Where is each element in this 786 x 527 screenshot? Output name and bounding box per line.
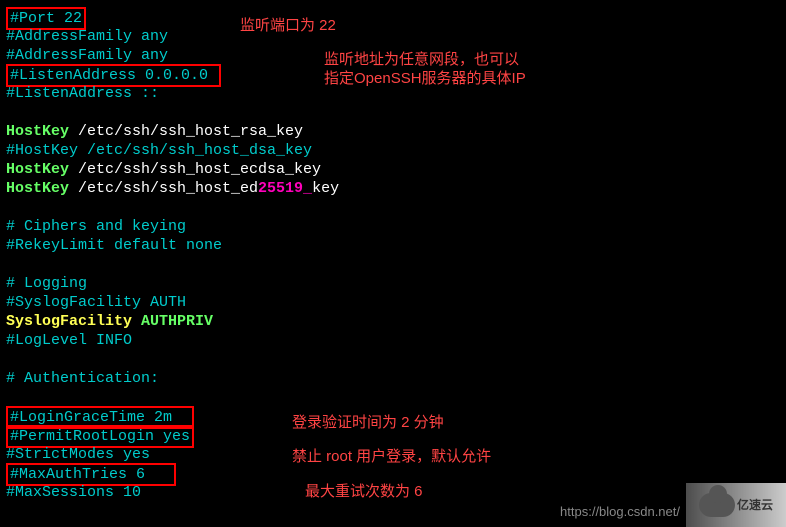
config-line: #LogLevel INFO [6, 331, 780, 350]
annotation-listen-1: 监听地址为任意网段，也可以 [324, 50, 519, 69]
config-line-hostkey: HostKey /etc/ssh/ssh_host_ed25519_key [6, 179, 780, 198]
config-line-port: #Port 22 [6, 8, 780, 27]
blank-line [6, 388, 780, 407]
watermark-url: https://blog.csdn.net/ [560, 502, 680, 521]
config-line-hostkey: HostKey /etc/ssh/ssh_host_ecdsa_key [6, 160, 780, 179]
config-line: # Authentication: [6, 369, 780, 388]
annotation-gracetime: 登录验证时间为 2 分钟 [292, 413, 444, 432]
watermark-logo: 亿速云 [686, 483, 786, 527]
blank-line [6, 350, 780, 369]
config-line: # Ciphers and keying [6, 217, 780, 236]
blank-line [6, 255, 780, 274]
config-line: #SyslogFacility AUTH [6, 293, 780, 312]
config-line-syslog: SyslogFacility AUTHPRIV [6, 312, 780, 331]
config-line: #RekeyLimit default none [6, 236, 780, 255]
config-line-maxauth: #MaxAuthTries 6 [6, 464, 780, 483]
annotation-maxauth: 最大重试次数为 6 [305, 482, 423, 501]
config-line: #AddressFamily any [6, 27, 780, 46]
config-line: # Logging [6, 274, 780, 293]
config-line-hostkey: HostKey /etc/ssh/ssh_host_rsa_key [6, 122, 780, 141]
cloud-icon [699, 493, 735, 517]
logo-text: 亿速云 [737, 496, 773, 515]
annotation-port: 监听端口为 22 [240, 16, 336, 35]
annotation-rootlogin: 禁止 root 用户登录，默认允许 [292, 447, 491, 466]
config-line: #HostKey /etc/ssh/ssh_host_dsa_key [6, 141, 780, 160]
blank-line [6, 103, 780, 122]
annotation-listen-2: 指定OpenSSH服务器的具体IP [324, 69, 526, 88]
blank-line [6, 198, 780, 217]
